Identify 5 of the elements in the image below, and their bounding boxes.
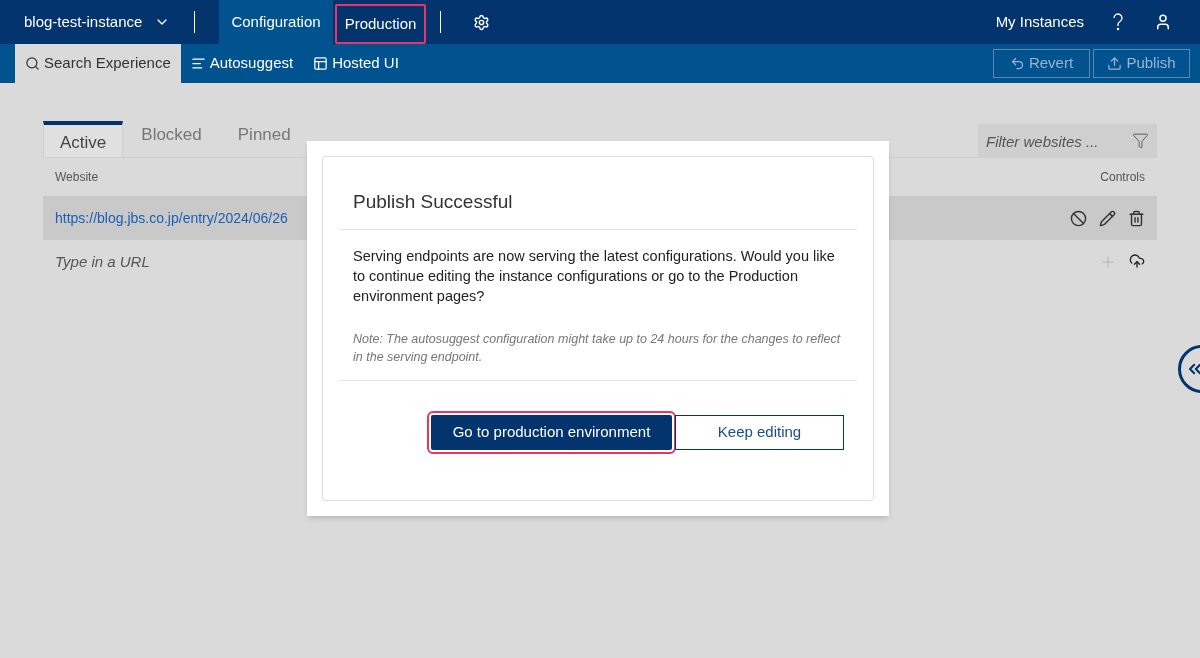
column-header: Controls xyxy=(1100,169,1145,186)
dialog-title: Publish Successful xyxy=(339,157,857,230)
column-header: Website xyxy=(55,169,99,186)
dialog-message: Serving endpoints are now serving the latest configurations. Would you like to continue editing the instance configurations or go to the Production environment pages? xyxy=(352,246,836,306)
dialog-note: Note: The autosuggest configuration might take up to 24 hours for the changes to reflect in the serving endpoint. xyxy=(339,305,857,381)
